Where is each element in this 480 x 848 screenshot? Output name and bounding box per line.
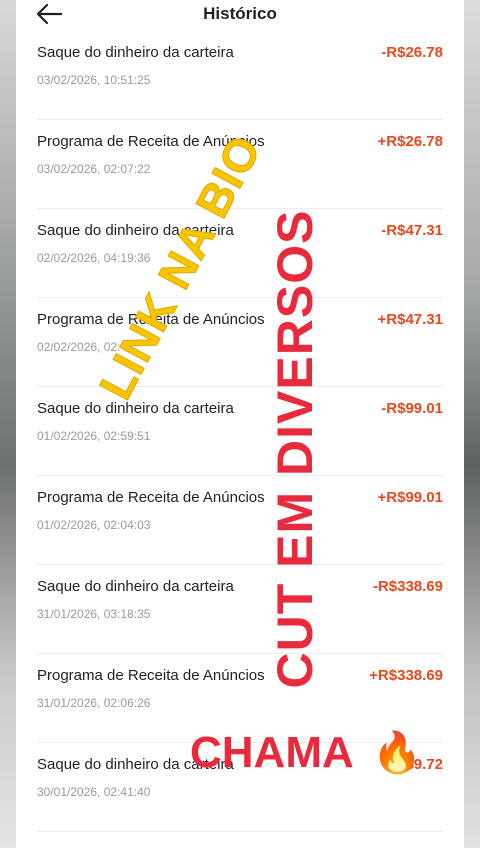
- transaction-row[interactable]: Programa de Receita de Anúncios 01/02/20…: [37, 475, 443, 565]
- transaction-amount: -R$47.31: [381, 222, 443, 239]
- transaction-row[interactable]: Saque do dinheiro da carteira 02/02/2026…: [37, 208, 443, 298]
- transaction-row[interactable]: Saque do dinheiro da carteira 01/02/2026…: [37, 386, 443, 476]
- transaction-label: Programa de Receita de Anúncios: [37, 311, 265, 328]
- transaction-row[interactable]: Programa de Receita de Anúncios 31/01/20…: [37, 653, 443, 743]
- transaction-date: 30/01/2026, 02:41:40: [37, 785, 151, 799]
- transaction-date: 02/02/2026, 02:: [37, 340, 121, 354]
- transaction-label: Saque do dinheiro da carteira: [37, 222, 234, 239]
- transaction-amount: +R$47.31: [377, 311, 443, 328]
- transaction-row[interactable]: Saque do dinheiro da carteira 30/01/2026…: [37, 742, 443, 832]
- transaction-date: 01/02/2026, 02:59:51: [37, 429, 151, 443]
- transaction-row[interactable]: Saque do dinheiro da carteira 31/01/2026…: [37, 564, 443, 654]
- transaction-label: Saque do dinheiro da carteira: [37, 44, 234, 61]
- transaction-label: Programa de Receita de Anúncios: [37, 133, 265, 150]
- transaction-label: Saque do dinheiro da carteira: [37, 400, 234, 417]
- transaction-label: Programa de Receita de Anúncios: [37, 489, 265, 506]
- transaction-row[interactable]: Saque do dinheiro da carteira 03/02/2026…: [37, 30, 443, 120]
- transaction-row[interactable]: Programa de Receita de Anúncios 02/02/20…: [37, 297, 443, 387]
- transaction-date: 31/01/2026, 03:18:35: [37, 607, 151, 621]
- transaction-date: 02/02/2026, 04:19:36: [37, 251, 151, 265]
- history-panel: Histórico Saque do dinheiro da carteira …: [16, 0, 464, 848]
- transaction-row[interactable]: Programa de Receita de Anúncios 03/02/20…: [37, 119, 443, 209]
- header: Histórico: [16, 0, 464, 30]
- transaction-amount: -R$26.78: [381, 44, 443, 61]
- transaction-amount: -R$338.69: [372, 578, 443, 595]
- transaction-date: 03/02/2026, 10:51:25: [37, 73, 151, 87]
- transaction-date: 03/02/2026, 02:07:22: [37, 162, 151, 176]
- transaction-label: Saque do dinheiro da carteira: [37, 756, 234, 773]
- transaction-label: Programa de Receita de Anúncios: [37, 667, 265, 684]
- transaction-amount: +R$26.78: [377, 133, 443, 150]
- transaction-amount: -R$99.01: [381, 400, 443, 417]
- transaction-date: 01/02/2026, 02:04:03: [37, 518, 151, 532]
- transaction-date: 31/01/2026, 02:06:26: [37, 696, 151, 710]
- background-left: [0, 0, 16, 848]
- transaction-amount: +R$338.69: [369, 667, 443, 684]
- transaction-label: Saque do dinheiro da carteira: [37, 578, 234, 595]
- background-right: [464, 0, 480, 848]
- transaction-amount: +R$99.01: [377, 489, 443, 506]
- page-title: Histórico: [203, 4, 277, 23]
- transaction-amount: -R$9.72: [389, 756, 443, 773]
